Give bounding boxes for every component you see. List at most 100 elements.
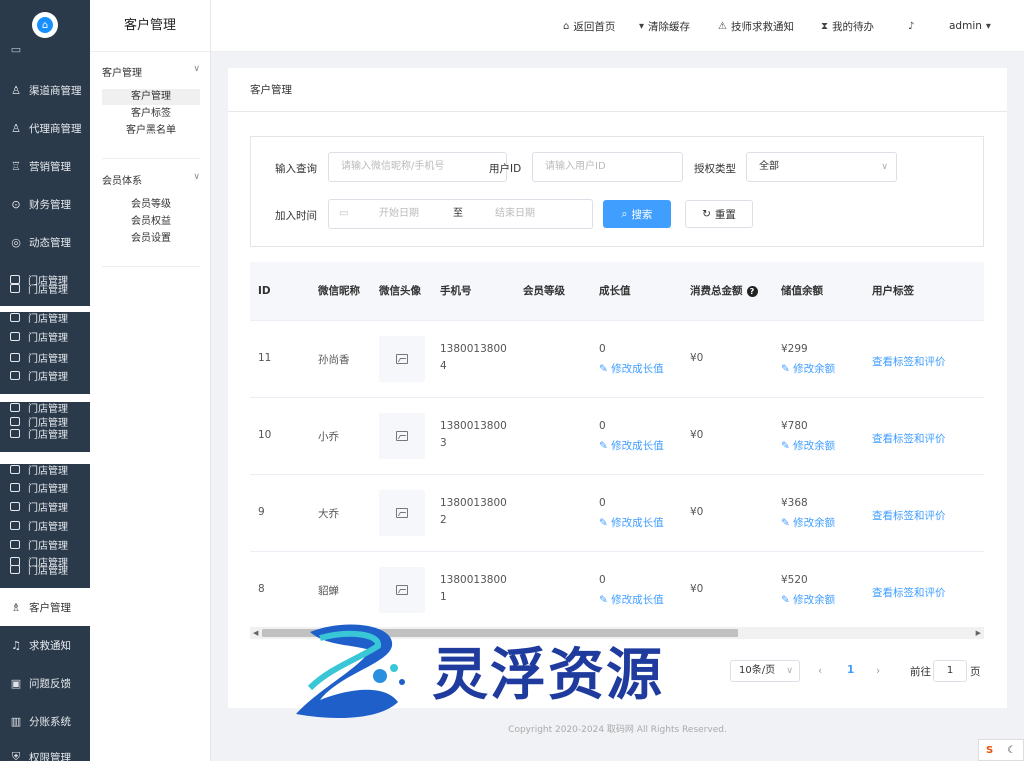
sidebar-item-sos[interactable]: ♫ 求救通知 [0, 626, 90, 664]
edit-icon: ✎ [781, 594, 790, 606]
notification-bell[interactable]: ♪ [908, 0, 914, 52]
subnav-item-customer-tag[interactable]: 客户标签 [102, 106, 200, 122]
subnav-item-member-settings[interactable]: 会员设置 [102, 231, 200, 247]
view-tags-link[interactable]: 查看标签和评价 [872, 431, 946, 446]
cell-phone: 1380013800 3 [440, 420, 507, 449]
page-unit-label: 页 [970, 666, 981, 678]
clear-cache-link[interactable]: ▾ 清除缓存 [639, 0, 690, 52]
sidebar-item-finance[interactable]: ⊙ 财务管理 [0, 185, 90, 223]
sidebar-item-store[interactable]: 门店管理 [10, 312, 68, 325]
sidebar-item-permission[interactable]: ⛨ 权限管理 [0, 738, 90, 761]
user-menu[interactable]: admin ▾ [949, 0, 991, 52]
table-row: 10 小乔 1380013800 3 0 ✎ 修改成长值 ¥0 ¥780 ✎ 修改… [250, 398, 984, 475]
subnav-group-member[interactable]: 会员体系 ∨ [102, 172, 200, 187]
sidebar-item-store[interactable]: 门店管理 [10, 539, 68, 552]
query-input[interactable]: 请输入微信昵称/手机号 [328, 152, 507, 182]
sidebar-item-store[interactable]: 门店管理 [10, 464, 68, 477]
sidebar-item-store[interactable]: 门店管理 [10, 428, 68, 441]
col-growth: 成长值 [599, 285, 631, 297]
subnav-item-customer-blacklist[interactable]: 客户黑名单 [102, 123, 200, 139]
auth-select[interactable]: 全部 ∨ [746, 152, 897, 182]
goto-page-input[interactable]: 1 [933, 660, 967, 682]
sidebar-item-marketing[interactable]: ♖ 营销管理 [0, 147, 90, 185]
cell-balance: ¥780 [781, 420, 808, 432]
sidebar-item-store[interactable]: 门店管理 [10, 402, 68, 415]
sidebar-item-store[interactable]: 门店管理 [10, 331, 68, 344]
sidebar-item-partial[interactable]: ▭ [0, 40, 90, 58]
subnav-item-member-level[interactable]: 会员等级 [102, 197, 200, 213]
cell-balance: ¥520 [781, 574, 808, 586]
sidebar-item-dynamic[interactable]: ◎ 动态管理 [0, 223, 90, 261]
tech-notice-link[interactable]: ⚠ 技师求救通知 [718, 0, 794, 52]
store-icon [10, 313, 20, 322]
uid-input[interactable]: 请输入用户ID [532, 152, 683, 182]
edit-balance-link[interactable]: ✎ 修改余额 [781, 592, 835, 607]
scroll-left-icon[interactable]: ◀ [253, 627, 258, 639]
subnav-item-customer-manage[interactable]: 客户管理 [102, 89, 200, 105]
cell-growth: 0 [599, 343, 606, 355]
avatar[interactable] [379, 567, 425, 613]
cell-total: ¥0 [690, 506, 704, 518]
sidebar-item-store[interactable]: 门店管理 [10, 564, 68, 577]
sidebar-item-split[interactable]: ▥ 分账系统 [0, 702, 90, 740]
join-label: 加入时间 [275, 210, 317, 222]
cell-balance: ¥368 [781, 497, 808, 509]
col-avatar: 微信头像 [379, 285, 421, 297]
avatar[interactable] [379, 336, 425, 382]
cell-phone: 1380013800 2 [440, 497, 507, 526]
home-link[interactable]: ⌂ 返回首页 [563, 0, 615, 52]
help-icon[interactable]: ? [746, 285, 758, 297]
edit-icon: ✎ [781, 517, 790, 529]
edit-icon: ✎ [599, 440, 608, 452]
sidebar-item-store[interactable]: 门店管理 [10, 482, 68, 495]
cell-balance: ¥299 [781, 343, 808, 355]
avatar[interactable] [379, 490, 425, 536]
page-number-current[interactable]: 1 [847, 664, 854, 676]
edit-growth-link[interactable]: ✎ 修改成长值 [599, 515, 664, 530]
cell-growth: 0 [599, 574, 606, 586]
sidebar-item-channel[interactable]: ♙ 渠道商管理 [0, 71, 90, 109]
ime-toolbar[interactable]: S ☾ [978, 739, 1024, 761]
edit-balance-link[interactable]: ✎ 修改余额 [781, 438, 835, 453]
scroll-right-icon[interactable]: ▶ [976, 627, 981, 639]
edit-balance-link[interactable]: ✎ 修改余额 [781, 361, 835, 376]
sidebar-item-store[interactable]: 门店管理 [10, 370, 68, 383]
sidebar-item-store[interactable]: 门店管理 [10, 283, 68, 296]
date-range-picker[interactable]: ▭ 开始日期 至 结束日期 [328, 199, 593, 229]
page-size-select[interactable]: 10条/页 ∨ [730, 660, 800, 682]
bell-icon: ♪ [908, 20, 915, 32]
view-tags-link[interactable]: 查看标签和评价 [872, 585, 946, 600]
compass-icon: ◎ [11, 235, 21, 249]
sidebar-item-store[interactable]: 门店管理 [10, 352, 68, 365]
edit-growth-link[interactable]: ✎ 修改成长值 [599, 592, 664, 607]
edit-growth-link[interactable]: ✎ 修改成长值 [599, 438, 664, 453]
col-total: 消费总金额? [690, 262, 758, 321]
avatar[interactable] [379, 413, 425, 459]
next-page-icon[interactable]: › [876, 665, 880, 677]
search-button[interactable]: ⌕ 搜索 [603, 200, 671, 228]
sidebar-item-store[interactable]: 门店管理 [10, 520, 68, 533]
edit-balance-link[interactable]: ✎ 修改余额 [781, 515, 835, 530]
sidebar-item-store[interactable]: 门店管理 [10, 501, 68, 514]
subnav-item-member-rights[interactable]: 会员权益 [102, 214, 200, 230]
subnav-group-customer[interactable]: 客户管理 ∨ [102, 64, 200, 79]
sidebar-item-agent[interactable]: ♙ 代理商管理 [0, 109, 90, 147]
doc-icon: ▭ [10, 42, 22, 56]
prev-page-icon[interactable]: ‹ [818, 665, 822, 677]
bell-icon: ♫ [11, 638, 21, 652]
sidebar-item-customer[interactable]: ♗ 客户管理 [0, 588, 90, 626]
start-date-input[interactable]: 开始日期 [379, 200, 419, 228]
reset-button[interactable]: ↻ 重置 [685, 200, 753, 228]
sidebar-item-feedback[interactable]: ▣ 问题反馈 [0, 664, 90, 702]
cell-id: 11 [258, 352, 272, 364]
cell-total: ¥0 [690, 583, 704, 595]
bar-chart-icon: ▥ [10, 714, 22, 728]
view-tags-link[interactable]: 查看标签和评价 [872, 354, 946, 369]
end-date-input[interactable]: 结束日期 [495, 200, 535, 228]
logo[interactable]: ⌂ [32, 12, 58, 38]
store-icon [10, 429, 20, 438]
view-tags-link[interactable]: 查看标签和评价 [872, 508, 946, 523]
edit-growth-link[interactable]: ✎ 修改成长值 [599, 361, 664, 376]
content-card: 客户管理 输入查询 请输入微信昵称/手机号 用户ID 请输入用户ID 授权类型 … [228, 68, 1007, 708]
todo-link[interactable]: ⧗ 我的待办 [821, 0, 874, 52]
